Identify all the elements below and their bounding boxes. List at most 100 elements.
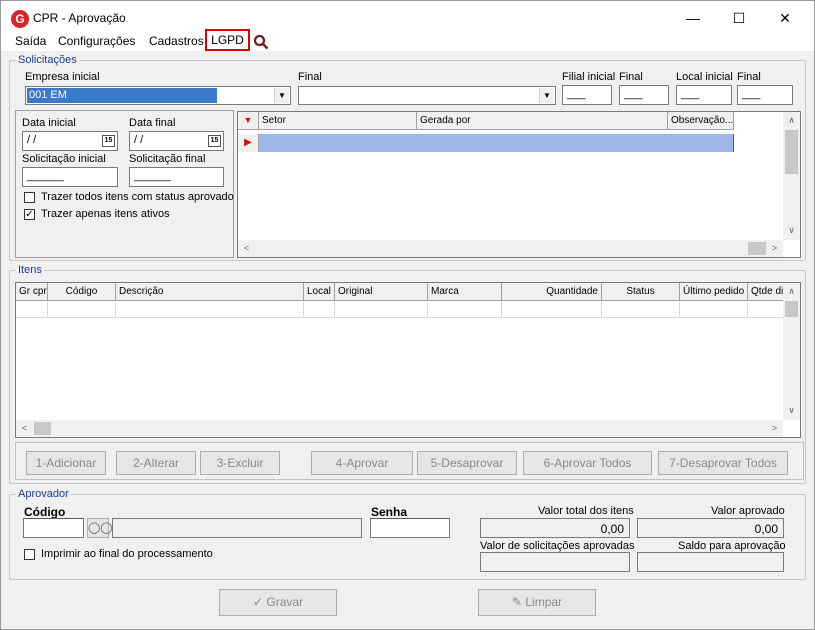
row-divider: [679, 302, 680, 318]
senha-input[interactable]: [370, 518, 450, 538]
calendar-icon[interactable]: 15: [208, 135, 221, 147]
empresa-inicial-select[interactable]: 001 EM ▼: [25, 86, 291, 105]
filial-inicial-input[interactable]: ___: [562, 85, 612, 105]
checkmark-icon: ✓: [252, 595, 264, 609]
grid-horizontal-scrollbar[interactable]: < >: [238, 240, 783, 257]
alterar-button[interactable]: 2-Alterar: [116, 451, 196, 475]
scroll-thumb[interactable]: [34, 422, 51, 435]
chk-ativos-checkbox[interactable]: ✓: [24, 209, 35, 220]
scroll-up-icon[interactable]: ∧: [783, 283, 800, 300]
col-descricao[interactable]: Descrição: [116, 283, 304, 301]
desaprovar-button[interactable]: 5-Desaprovar: [417, 451, 517, 475]
solicitacoes-grid[interactable]: ▼ Setor Gerada por Observação... ▶ ∧ ∨ <…: [237, 111, 801, 258]
chk-aprovado-checkbox[interactable]: [24, 192, 35, 203]
scroll-down-icon[interactable]: ∨: [783, 222, 800, 239]
chevron-down-icon[interactable]: ▼: [539, 88, 554, 103]
aprovar-button[interactable]: 4-Aprovar: [311, 451, 413, 475]
row-divider: [427, 302, 428, 318]
local-inicial-input[interactable]: ___: [676, 85, 732, 105]
close-button[interactable]: ✕: [763, 5, 807, 31]
empresa-final-select[interactable]: ▼: [298, 86, 556, 105]
saldo-value: [637, 552, 784, 572]
sol-inicial-input[interactable]: ______: [22, 167, 118, 187]
itens-vertical-scrollbar[interactable]: ∧ ∨: [783, 283, 800, 420]
row-divider: [334, 302, 335, 318]
broom-icon: ✎: [511, 595, 523, 609]
menu-lgpd[interactable]: LGPD: [205, 29, 250, 51]
aprovador-nome-field: [112, 518, 362, 538]
saldo-label: Saldo para aprovação: [678, 540, 786, 552]
menu-saida[interactable]: Saída: [15, 34, 46, 48]
limpar-button[interactable]: ✎ Limpar: [478, 589, 596, 616]
col-quantidade[interactable]: Quantidade: [502, 283, 602, 301]
col-local[interactable]: Local: [304, 283, 335, 301]
menu-cadastros[interactable]: Cadastros: [149, 34, 204, 48]
col-setor[interactable]: Setor: [259, 112, 417, 130]
col-gr-cpr[interactable]: Gr cpr: [16, 283, 48, 301]
solicitacoes-legend: Solicitações: [18, 54, 77, 66]
local-final-input[interactable]: ___: [737, 85, 793, 105]
chevron-down-icon[interactable]: ▼: [274, 88, 289, 103]
row-divider: [47, 302, 48, 318]
scroll-right-icon[interactable]: >: [766, 420, 783, 437]
gravar-button[interactable]: ✓ Gravar: [219, 589, 337, 616]
imprimir-label: Imprimir ao final do processamento: [41, 548, 213, 560]
scroll-thumb[interactable]: [785, 130, 798, 174]
scroll-thumb[interactable]: [748, 242, 766, 255]
codigo-input[interactable]: [23, 518, 84, 538]
valor-aprovado-value: 0,00: [637, 518, 784, 538]
imprimir-checkbox[interactable]: [24, 549, 35, 560]
sol-final-input[interactable]: ______: [129, 167, 224, 187]
desaprovar-todos-button[interactable]: 7-Desaprovar Todos: [658, 451, 788, 475]
row-divider: [501, 302, 502, 318]
filial-final-label: Final: [619, 71, 643, 83]
local-inicial-label: Local inicial: [676, 71, 733, 83]
col-marca[interactable]: Marca: [428, 283, 502, 301]
scroll-left-icon[interactable]: <: [16, 420, 33, 437]
aprovar-todos-button[interactable]: 6-Aprovar Todos: [523, 451, 652, 475]
adicionar-button[interactable]: 1-Adicionar: [26, 451, 106, 475]
calendar-icon[interactable]: 15: [102, 135, 115, 147]
row-divider: [747, 302, 748, 318]
filial-inicial-label: Filial inicial: [562, 71, 616, 83]
row-divider: [601, 302, 602, 318]
window-title: CPR - Aprovação: [33, 11, 126, 25]
itens-grid[interactable]: Gr cpr Código Descrição Local Original M…: [15, 282, 801, 438]
valor-aprovado-label: Valor aprovado: [711, 505, 785, 517]
binoculars-icon[interactable]: ◯◯: [87, 518, 113, 538]
row-divider: [115, 302, 116, 318]
scroll-right-icon[interactable]: >: [766, 240, 783, 257]
scroll-thumb[interactable]: [785, 301, 798, 317]
scroll-left-icon[interactable]: <: [238, 240, 255, 257]
grid-vertical-scrollbar[interactable]: ∧ ∨: [783, 112, 800, 240]
minimize-button[interactable]: —: [671, 5, 715, 31]
data-final-label: Data final: [129, 117, 176, 129]
col-gerada-por[interactable]: Gerada por: [417, 112, 668, 130]
excluir-button[interactable]: 3-Excluir: [200, 451, 280, 475]
filial-final-input[interactable]: ___: [619, 85, 669, 105]
col-status[interactable]: Status: [602, 283, 680, 301]
data-final-input[interactable]: / / 15: [129, 131, 224, 151]
col-observacao[interactable]: Observação...: [668, 112, 734, 130]
limpar-label: Limpar: [525, 595, 563, 609]
scroll-down-icon[interactable]: ∨: [783, 402, 800, 419]
local-final-label: Final: [737, 71, 761, 83]
valor-solic-label: Valor de solicitações aprovadas: [480, 540, 635, 552]
scroll-up-icon[interactable]: ∧: [783, 112, 800, 129]
itens-horizontal-scrollbar[interactable]: < >: [16, 420, 783, 437]
row-pointer-icon: ▶: [238, 134, 259, 152]
data-inicial-input[interactable]: / / 15: [22, 131, 118, 151]
maximize-button[interactable]: ☐: [717, 5, 761, 31]
col-codigo[interactable]: Código: [48, 283, 116, 301]
col-ultimo-pedido[interactable]: Último pedido: [680, 283, 748, 301]
search-icon[interactable]: [253, 34, 269, 50]
codigo-label: Código: [24, 505, 66, 519]
menu-configuracoes[interactable]: Configurações: [58, 34, 135, 48]
table-row[interactable]: [259, 134, 734, 152]
valor-solic-value: [480, 552, 630, 572]
table-row[interactable]: [16, 302, 785, 318]
col-qtde-dis[interactable]: Qtde dis: [748, 283, 785, 301]
empresa-final-label: Final: [298, 71, 322, 83]
col-original[interactable]: Original: [335, 283, 428, 301]
sort-down-icon[interactable]: ▼: [238, 112, 259, 130]
